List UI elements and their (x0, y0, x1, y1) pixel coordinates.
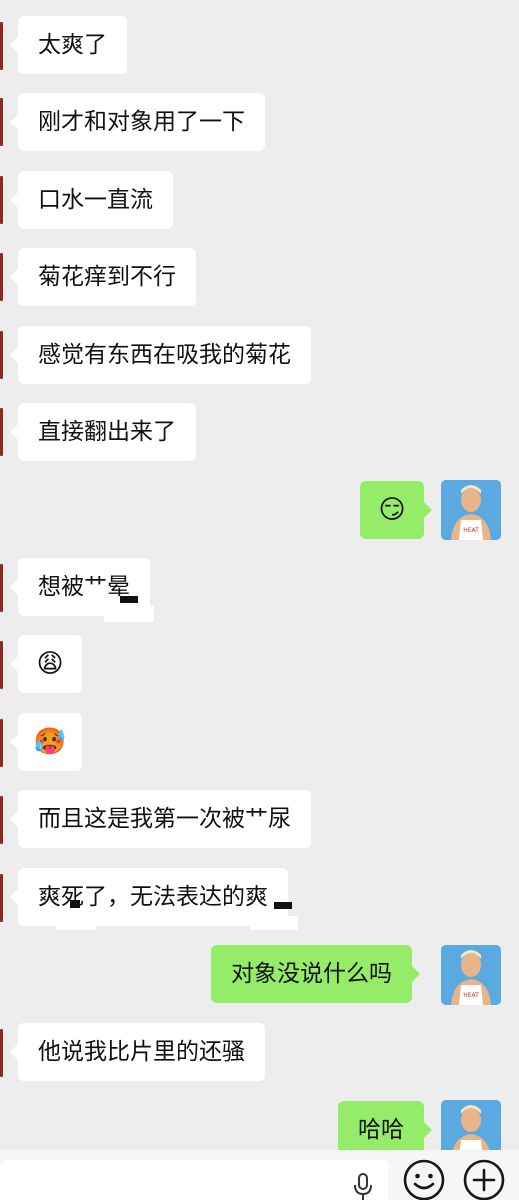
message-bubble-incoming[interactable]: 🥵 (10, 713, 82, 771)
censor-mask (104, 606, 154, 622)
censor-block (274, 902, 292, 909)
microphone-icon[interactable] (352, 1172, 374, 1200)
avatar[interactable]: HEAT (441, 945, 501, 1005)
censor-mask (56, 916, 96, 930)
avatar-image: HEAT (441, 945, 501, 1005)
chat-area[interactable]: 太爽了 刚才和对象用了一下 口水一直流 菊花痒到不行 感觉有东西在吸我的菊花 直… (0, 0, 519, 1150)
svg-text:HEAT: HEAT (463, 527, 479, 534)
avatar-image (441, 1100, 501, 1150)
message-bubble-incoming[interactable]: 感觉有东西在吸我的菊花 (10, 326, 311, 384)
message-bubble-outgoing[interactable]: 哈哈 (338, 1101, 432, 1150)
message-bubble-incoming[interactable]: 他说我比片里的还骚 (10, 1023, 265, 1081)
sender-avatar-edge (0, 331, 3, 379)
sender-avatar-edge (0, 253, 3, 301)
sender-avatar-edge (0, 1029, 3, 1077)
censor-block (120, 596, 138, 603)
message-bubble-incoming[interactable]: 😩 (10, 635, 82, 693)
avatar[interactable] (441, 1100, 501, 1150)
avatar[interactable]: HEAT (441, 480, 501, 540)
sender-avatar-edge (0, 176, 3, 224)
sender-avatar-edge (0, 408, 3, 456)
censor-mask (250, 916, 298, 930)
sender-avatar-edge (0, 98, 3, 146)
plus-circle-icon[interactable] (462, 1158, 506, 1200)
sender-avatar-edge (0, 719, 3, 767)
svg-text:HEAT: HEAT (463, 992, 479, 999)
sender-avatar-edge (0, 874, 3, 922)
smiley-icon[interactable] (402, 1158, 446, 1200)
message-input[interactable] (0, 1160, 388, 1200)
sender-avatar-edge (0, 564, 3, 612)
message-bubble-outgoing[interactable]: 对象没说什么吗 (211, 945, 420, 1003)
message-bubble-incoming[interactable]: 刚才和对象用了一下 (10, 93, 265, 151)
message-bubble-outgoing[interactable]: 😏 (360, 481, 432, 539)
message-bubble-incoming[interactable]: 而且这是我第一次被艹尿 (10, 790, 311, 848)
sender-avatar-edge (0, 796, 3, 844)
message-bubble-incoming[interactable]: 太爽了 (10, 16, 127, 74)
censor-block (70, 900, 80, 908)
sender-avatar-edge (0, 641, 3, 689)
sender-avatar-edge (0, 22, 3, 70)
message-bubble-incoming[interactable]: 菊花痒到不行 (10, 248, 196, 306)
message-bubble-incoming[interactable]: 直接翻出来了 (10, 403, 196, 461)
avatar-image: HEAT (441, 480, 501, 540)
message-bubble-incoming[interactable]: 口水一直流 (10, 171, 173, 229)
input-bar (0, 1150, 519, 1200)
